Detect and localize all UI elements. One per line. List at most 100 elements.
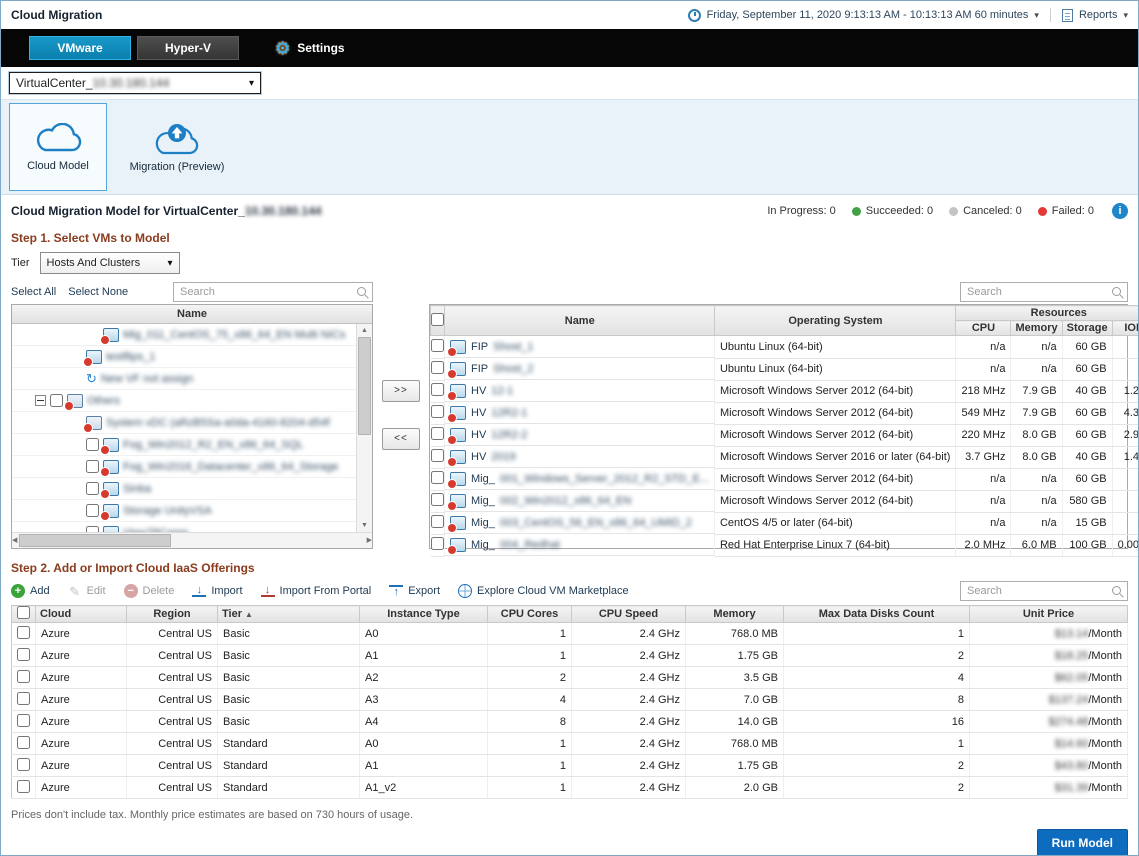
offering-row[interactable]: AzureCentral USBasicA342.4 GHz7.0 GB8$13… <box>12 689 1128 711</box>
vm-table-row[interactable]: Mig_004_RedhatRed Hat Enterprise Linux 7… <box>431 534 1139 556</box>
vm-row-checkbox[interactable] <box>431 537 444 550</box>
offering-row-checkbox[interactable] <box>17 714 30 727</box>
explore-cloud-vm-marketplace-button[interactable]: Explore Cloud VM Marketplace <box>458 584 629 598</box>
vertical-scrollbar[interactable]: ▲ ▼ <box>356 324 372 532</box>
tree-item[interactable]: Mig_011_CentOS_75_x86_64_EN Multi NICs <box>12 324 356 346</box>
move-right-button[interactable]: >> <box>382 380 420 402</box>
offering-row[interactable]: AzureCentral USStandardA1_v212.4 GHz2.0 … <box>12 777 1128 799</box>
offering-row[interactable]: AzureCentral USStandardA112.4 GHz1.75 GB… <box>12 755 1128 777</box>
chevron-down-icon[interactable]: ▾ <box>1034 10 1039 21</box>
tree-item[interactable]: ↻New VF not assign <box>12 368 356 390</box>
column-header-max-data-disks[interactable]: Max Data Disks Count <box>784 606 970 623</box>
offering-row-checkbox[interactable] <box>17 758 30 771</box>
select-all-link[interactable]: Select All <box>11 286 56 298</box>
tab-hyperv[interactable]: Hyper-V <box>137 36 239 60</box>
column-header-cpu-cores[interactable]: CPU Cores <box>488 606 572 623</box>
add-button[interactable]: +Add <box>11 584 50 598</box>
reports-menu[interactable]: Reports <box>1079 9 1118 21</box>
tab-vmware[interactable]: VMware <box>29 36 131 60</box>
tree-item[interactable]: Fog_Win2012_R2_EN_x86_64_SQL <box>12 434 356 456</box>
column-header-storage[interactable]: Storage <box>1062 321 1112 336</box>
offering-row-checkbox[interactable] <box>17 780 30 793</box>
tree-item-checkbox[interactable] <box>86 504 99 517</box>
scroll-right-icon[interactable]: ▶ <box>367 534 372 547</box>
column-header-cpu-speed[interactable]: CPU Speed <box>572 606 686 623</box>
offering-row-checkbox[interactable] <box>17 736 30 749</box>
collapse-toggle-icon[interactable] <box>35 395 46 406</box>
scroll-thumb[interactable] <box>19 534 171 547</box>
offering-row[interactable]: AzureCentral USBasicA222.4 GHz3.5 GB4$62… <box>12 667 1128 689</box>
tree-item[interactable]: System vDC (aRzB5Sa-a0da-4160-8204-d54f <box>12 412 356 434</box>
offering-row-checkbox[interactable] <box>17 626 30 639</box>
tree-item-checkbox[interactable] <box>50 394 63 407</box>
import-button[interactable]: ↓Import <box>192 585 242 597</box>
tree-item-checkbox[interactable] <box>86 438 99 451</box>
column-header-instance-type[interactable]: Instance Type <box>360 606 488 623</box>
vm-table-row[interactable]: HV12R2-2Microsoft Windows Server 2012 (6… <box>431 424 1139 446</box>
vm-row-checkbox[interactable] <box>431 471 444 484</box>
vm-table-row[interactable]: HV2019Microsoft Windows Server 2016 or l… <box>431 446 1139 468</box>
migration-preview-tile[interactable]: Migration (Preview) <box>121 103 233 191</box>
column-header-tier[interactable]: Tier▲ <box>218 606 360 623</box>
column-header-cpu[interactable]: CPU <box>956 321 1011 336</box>
tree-item-checkbox[interactable] <box>86 460 99 473</box>
tier-select[interactable]: Hosts And Clusters ▾ <box>40 252 180 274</box>
column-header-memory[interactable]: Memory <box>1011 321 1062 336</box>
scroll-down-icon[interactable]: ▼ <box>361 519 368 532</box>
column-header-unit-price[interactable]: Unit Price <box>970 606 1128 623</box>
vm-table-row[interactable]: FIPShost_2Ubuntu Linux (64-bit)n/an/a60 … <box>431 358 1139 380</box>
vm-table-row[interactable]: Mig_002_Win2012_x86_64_ENMicrosoft Windo… <box>431 490 1139 512</box>
time-range-selector[interactable]: Friday, September 11, 2020 9:13:13 AM - … <box>707 9 1029 21</box>
scroll-thumb[interactable] <box>358 337 371 435</box>
horizontal-scrollbar[interactable]: ◀ ▶ <box>12 532 372 548</box>
vm-row-checkbox[interactable] <box>431 405 444 418</box>
chevron-down-icon[interactable]: ▾ <box>1123 10 1128 21</box>
tree-item[interactable]: Sinba <box>12 478 356 500</box>
offering-row[interactable]: AzureCentral USBasicA482.4 GHz14.0 GB16$… <box>12 711 1128 733</box>
vm-row-checkbox[interactable] <box>431 515 444 528</box>
select-all-checkbox[interactable] <box>431 313 444 326</box>
column-header-os[interactable]: Operating System <box>715 306 956 336</box>
move-left-button[interactable]: << <box>382 428 420 450</box>
vm-row-checkbox[interactable] <box>431 449 444 462</box>
run-model-button[interactable]: Run Model <box>1037 829 1128 856</box>
vm-table-row[interactable]: Mig_003_CentOS_56_EN_x86_64_UMID_2CentOS… <box>431 512 1139 534</box>
info-icon[interactable]: i <box>1112 203 1128 219</box>
vm-row-checkbox[interactable] <box>431 427 444 440</box>
settings-button[interactable]: ⚙ Settings <box>275 40 345 57</box>
cloud-model-tile[interactable]: Cloud Model <box>9 103 107 191</box>
column-header-memory[interactable]: Memory <box>686 606 784 623</box>
vm-table-row[interactable]: Mig_001_Windows_Server_2012_R2_STD_E...M… <box>431 468 1139 490</box>
vm-row-checkbox[interactable] <box>431 493 444 506</box>
select-none-link[interactable]: Select None <box>68 286 128 298</box>
vcenter-select[interactable]: VirtualCenter_10.30.180.144 ▾ <box>9 72 261 94</box>
scroll-left-icon[interactable]: ◀ <box>12 534 17 547</box>
tree-item[interactable]: Others <box>12 390 356 412</box>
source-search-input[interactable] <box>173 282 373 302</box>
vm-table-row[interactable]: HV12R2-1Microsoft Windows Server 2012 (6… <box>431 402 1139 424</box>
vm-table-row[interactable]: FIPShost_1Ubuntu Linux (64-bit)n/an/a60 … <box>431 336 1139 359</box>
vm-row-checkbox[interactable] <box>431 383 444 396</box>
column-header-iops[interactable]: IOPs <box>1112 321 1139 336</box>
tree-item-checkbox[interactable] <box>86 482 99 495</box>
offerings-select-all-checkbox[interactable] <box>17 606 30 619</box>
tree-item[interactable]: Storage UnityVSA <box>12 500 356 522</box>
vm-row-checkbox[interactable] <box>431 361 444 374</box>
selected-search-input[interactable] <box>960 282 1128 302</box>
vm-row-checkbox[interactable] <box>431 339 444 352</box>
column-header-cloud[interactable]: Cloud <box>36 606 127 623</box>
tree-item[interactable]: View78Comp <box>12 522 356 532</box>
offering-row[interactable]: AzureCentral USBasicA012.4 GHz768.0 MB1$… <box>12 623 1128 645</box>
offering-row-checkbox[interactable] <box>17 692 30 705</box>
import-from-portal-button[interactable]: ↓Import From Portal <box>261 585 372 597</box>
export-button[interactable]: ↑Export <box>389 585 440 597</box>
tree-name-header[interactable]: Name <box>12 305 372 324</box>
column-header-name[interactable]: Name <box>445 306 715 336</box>
offerings-search-input[interactable] <box>960 581 1128 601</box>
offering-row[interactable]: AzureCentral USStandardA012.4 GHz768.0 M… <box>12 733 1128 755</box>
tree-item[interactable]: testflips_1 <box>12 346 356 368</box>
offering-row-checkbox[interactable] <box>17 648 30 661</box>
column-header-region[interactable]: Region <box>127 606 218 623</box>
scroll-up-icon[interactable]: ▲ <box>361 324 368 337</box>
tree-item[interactable]: Fog_Win2016_Datacenter_x86_64_Storage <box>12 456 356 478</box>
